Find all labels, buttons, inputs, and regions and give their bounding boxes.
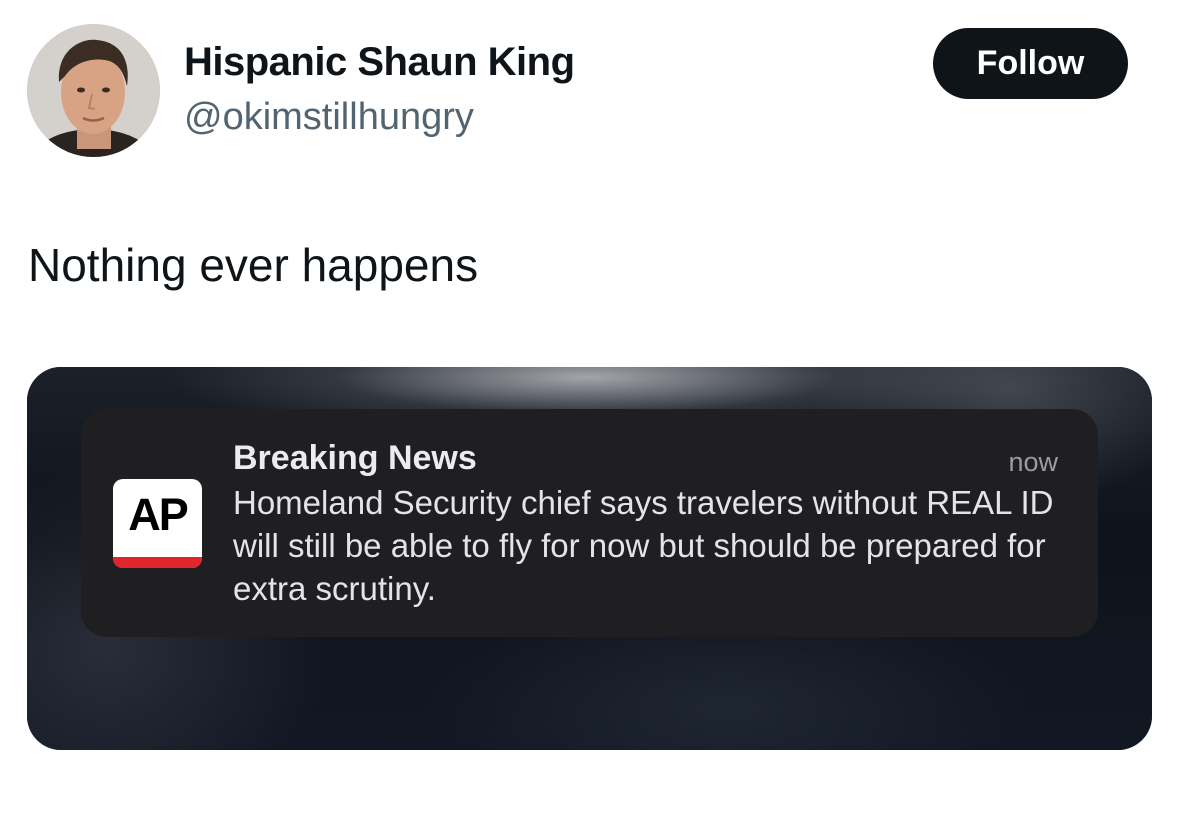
tweet-text: Nothing ever happens <box>28 239 479 291</box>
ap-logo-text: AP <box>128 489 189 540</box>
notification-title: Breaking News <box>233 439 477 477</box>
ap-logo-icon: AP <box>113 479 202 568</box>
tweet-media-image[interactable]: AP Breaking News now Homeland Security c… <box>27 367 1152 750</box>
notification-time: now <box>1008 447 1058 477</box>
ap-logo-red-bar <box>113 557 202 568</box>
follow-button[interactable]: Follow <box>933 28 1128 99</box>
display-name[interactable]: Hispanic Shaun King <box>184 40 575 85</box>
avatar[interactable] <box>27 24 160 157</box>
push-notification: AP Breaking News now Homeland Security c… <box>81 409 1098 637</box>
user-handle[interactable]: @okimstillhungry <box>184 96 474 139</box>
notification-body: Homeland Security chief says travelers w… <box>233 484 1054 607</box>
tweet-header: Hispanic Shaun King @okimstillhungry Fol… <box>0 0 1179 170</box>
profile-photo-icon <box>27 24 160 157</box>
